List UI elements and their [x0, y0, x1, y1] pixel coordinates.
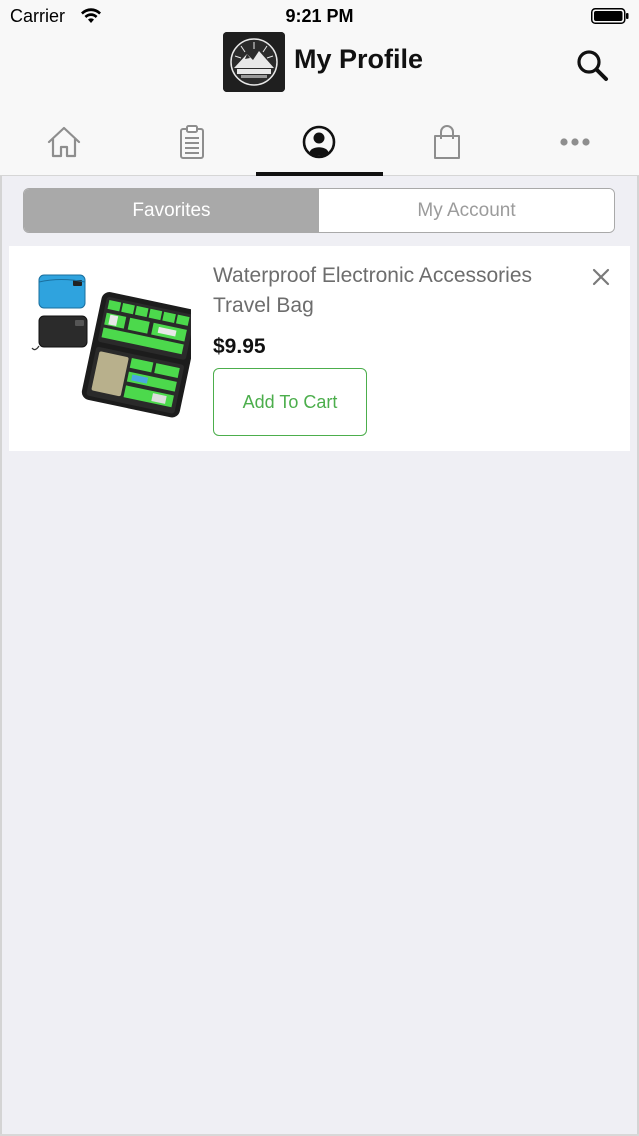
clipboard-icon — [179, 125, 204, 159]
tab-orders[interactable] — [128, 108, 256, 176]
tab-home[interactable] — [0, 108, 128, 176]
product-title[interactable]: Waterproof Electronic Accessories Travel… — [213, 261, 573, 321]
more-dots-icon — [560, 138, 590, 146]
battery-icon — [591, 8, 629, 24]
add-to-cart-button[interactable]: Add To Cart — [213, 368, 367, 436]
tab-shop[interactable] — [383, 108, 511, 176]
app-header: My Profile — [0, 32, 639, 176]
product-price: $9.95 — [213, 335, 266, 358]
home-icon — [47, 126, 80, 158]
page-title: My Profile — [294, 44, 424, 74]
tab-bar — [0, 108, 639, 176]
segment-favorites[interactable]: Favorites — [24, 189, 319, 232]
tab-more[interactable] — [511, 108, 639, 176]
search-icon[interactable] — [575, 48, 609, 82]
shopping-bag-icon — [434, 125, 461, 159]
mountain-sun-logo[interactable] — [223, 32, 285, 92]
favorite-item-card: Waterproof Electronic Accessories Travel… — [9, 246, 630, 451]
segment-my-account[interactable]: My Account — [319, 189, 614, 232]
user-circle-icon — [303, 125, 336, 159]
tab-profile[interactable] — [255, 108, 384, 176]
left-border — [0, 176, 2, 1136]
product-image[interactable] — [31, 268, 191, 418]
status-bar: Carrier 9:21 PM — [0, 0, 639, 32]
profile-segmented-control: Favorites My Account — [23, 188, 615, 233]
close-icon[interactable] — [592, 268, 610, 286]
logo-graphic — [223, 32, 285, 92]
status-time: 9:21 PM — [285, 6, 354, 26]
